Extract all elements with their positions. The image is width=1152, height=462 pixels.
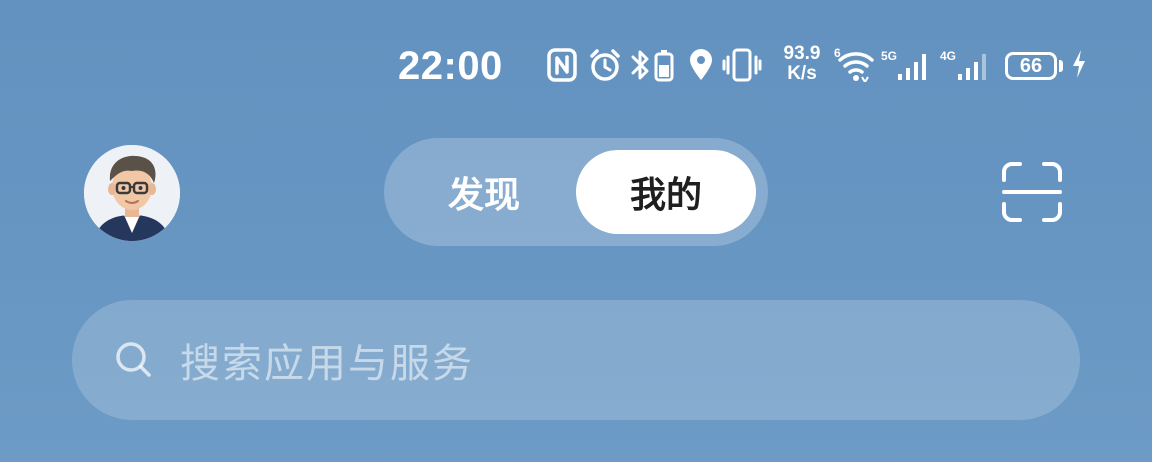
battery-icon: 66	[1005, 52, 1057, 80]
status-bar: 22:00 93.9 K/s 6 5G 4G 66	[0, 0, 1152, 120]
battery-level: 66	[1019, 54, 1043, 77]
user-avatar-icon	[84, 145, 180, 241]
search-placeholder: 搜索应用与服务	[180, 341, 474, 387]
alarm-icon	[590, 49, 620, 81]
avatar[interactable]	[84, 145, 180, 241]
tab-switch: 发现 我的	[384, 138, 768, 246]
scan-icon	[1002, 162, 1062, 222]
vibrate-icon	[722, 48, 762, 82]
signal-4g-icon	[958, 54, 986, 80]
charging-icon	[1073, 50, 1085, 78]
battery-cap	[1059, 60, 1063, 72]
network-speed: 93.9 K/s	[778, 44, 826, 84]
signal-5g-icon	[898, 54, 926, 80]
tab-mine[interactable]: 我的	[576, 150, 756, 234]
search-bar[interactable]: 搜索应用与服务	[72, 300, 1080, 420]
bluetooth-battery-icon	[631, 50, 674, 82]
nfc-icon	[547, 48, 577, 82]
scan-button[interactable]	[998, 158, 1066, 226]
network-speed-value: 93.9	[783, 43, 821, 64]
search-icon	[116, 342, 151, 377]
network-speed-unit: K/s	[787, 63, 817, 84]
sim1-network-label: 5G	[881, 49, 898, 63]
wifi-icon	[838, 52, 874, 82]
sim2-network-label: 4G	[940, 49, 957, 63]
status-time: 22:00	[398, 44, 503, 88]
tab-discover[interactable]: 发现	[398, 150, 570, 234]
location-icon	[690, 49, 712, 80]
